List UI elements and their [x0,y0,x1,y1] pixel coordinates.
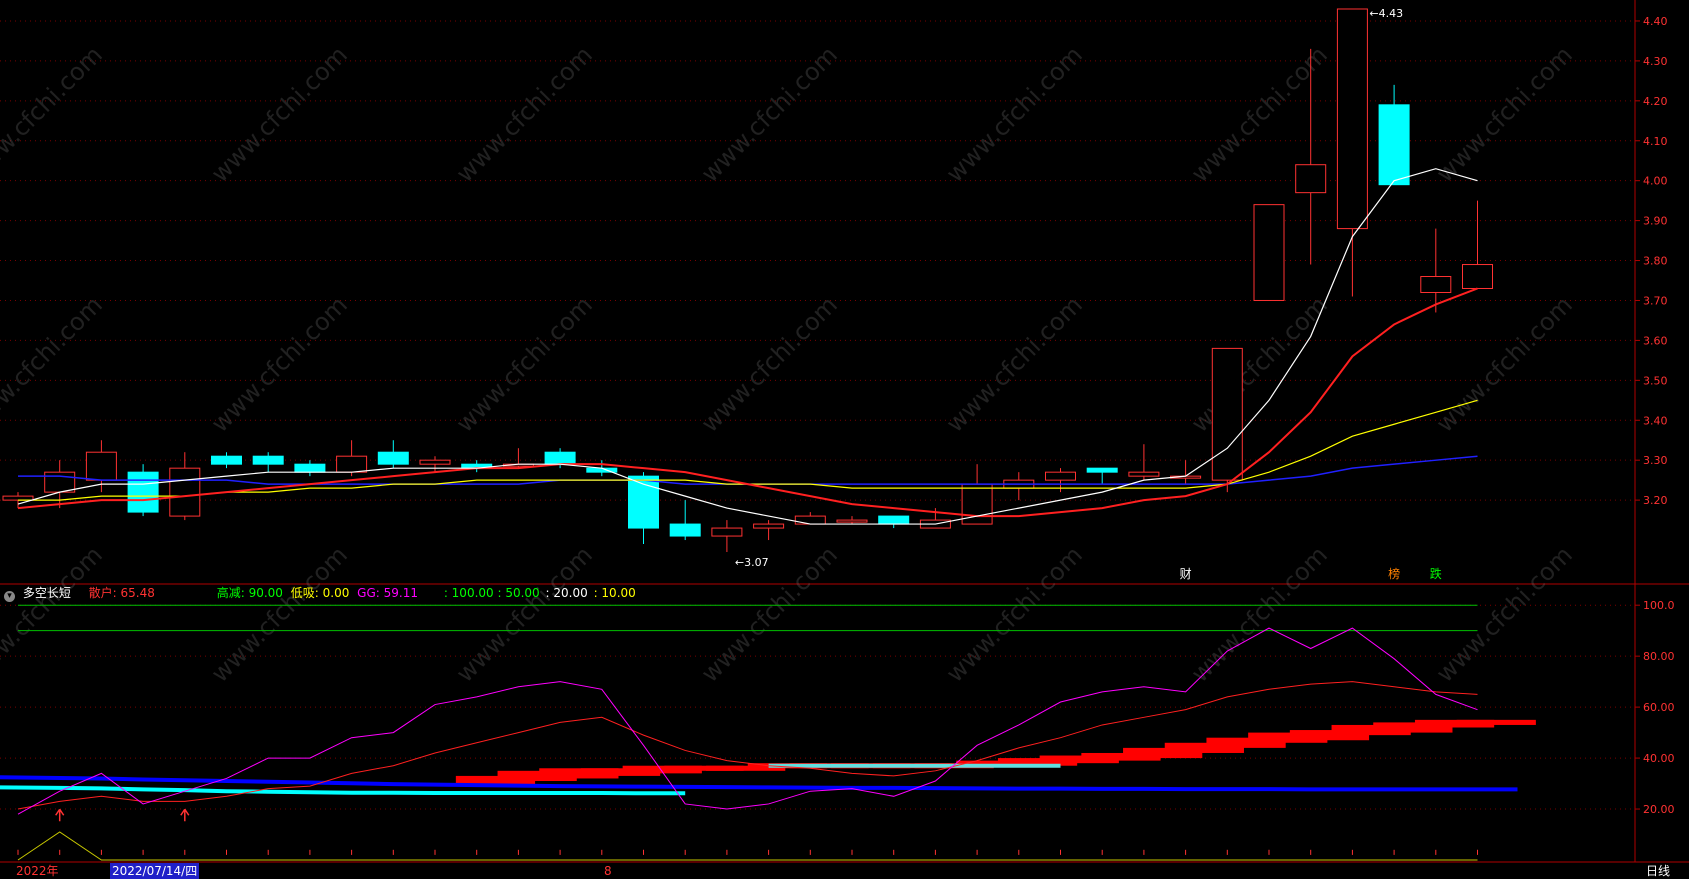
indicator-axis-label: 100.0 [1643,599,1675,612]
dixi-value: 低吸: 0.00 [290,586,350,600]
watermark-text: www.cfchi.com [451,41,598,188]
indicator-header: ▾ 多空长短 散户: 65.48 高减: 90.00 低吸: 0.00 GG: … [4,584,636,602]
candle-body [1420,276,1452,293]
sanhu-value: 散户: 65.48 [88,586,155,600]
indicator-axis-label: 20.00 [1643,803,1675,816]
indicator-axis-label: 60.00 [1643,701,1675,714]
price-axis-label: 4.40 [1643,15,1668,28]
footer-date[interactable]: 2022/07/14/四 [110,863,200,879]
indicator-title[interactable]: 多空长短 [23,586,71,600]
watermark-text: www.cfchi.com [941,541,1088,688]
watermark-text: www.cfchi.com [0,541,108,688]
price-axis-label: 3.30 [1643,454,1668,467]
indicator-red-bar [1456,719,1536,725]
candle-body [336,455,368,473]
watermark-text: www.cfchi.com [1186,541,1333,688]
gg-value: GG: 59.11 [357,586,418,600]
candle-body [669,523,701,537]
period-button[interactable]: 日线 [1646,863,1670,879]
candle-body [711,527,743,537]
signal-arrow-icon [180,808,190,822]
gaojian-value: 高减: 90.00 [216,586,283,600]
price-axis-label: 3.70 [1643,294,1668,307]
candle-body [1295,164,1327,194]
price-axis-label: 4.10 [1643,135,1668,148]
signal-arrow-icon [55,808,65,822]
footer-year: 2022年 [16,864,59,878]
candle-body [127,471,159,513]
high-price-label: ←4.43 [1369,7,1403,20]
candle-body [878,515,910,525]
watermark-text: www.cfchi.com [941,41,1088,188]
price-axis-label: 3.50 [1643,374,1668,387]
event-mark: 榜 [1388,566,1400,581]
price-axis-label: 3.20 [1643,494,1668,507]
watermark-text: www.cfchi.com [1431,41,1578,188]
footer-marker: 8 [604,864,612,878]
watermark-text: www.cfchi.com [206,541,353,688]
price-axis-label: 4.30 [1643,55,1668,68]
indicator-menu-icon[interactable]: ▾ [4,591,15,602]
indicator-axis-label: 40.00 [1643,752,1675,765]
candle-body [753,523,785,529]
watermark-text: www.cfchi.com [696,41,843,188]
indicator-axis-label: 80.00 [1643,650,1675,663]
candle-body [794,515,826,525]
watermark-text: www.cfchi.com [206,291,353,438]
watermark-text: www.cfchi.com [1431,541,1578,688]
event-mark: 财 [1180,567,1192,581]
indicator-yellow-line [17,831,1478,861]
watermark-text: www.cfchi.com [0,291,108,438]
candle-body [1211,347,1243,481]
price-axis-label: 4.20 [1643,95,1668,108]
chart-canvas[interactable]: 4.40 4.30 4.20 4.10 4.00 3.90 3.80 3.70 3.60 3.50… [0,0,1689,879]
indicator-cyan-line [0,785,686,796]
price-axis-label: 3.80 [1643,255,1668,268]
candle-body [1128,471,1160,477]
price-axis-label: 3.60 [1643,334,1668,347]
candle-body [252,455,284,465]
candle-body [1462,264,1493,289]
candle-body [544,451,576,465]
candle-body [1336,8,1368,230]
watermark-text: www.cfchi.com [0,41,108,188]
candle-body [1253,204,1285,301]
price-axis-label: 4.00 [1643,175,1668,188]
watermark-text: www.cfchi.com [206,41,353,188]
price-axis-label: 3.90 [1643,215,1668,228]
watermark-text: www.cfchi.com [696,541,843,688]
low-price-label: ←3.07 [735,556,769,569]
candle-body [85,451,117,481]
levels3-value: : 10.00 [593,586,636,600]
watermark-text: www.cfchi.com [451,291,598,438]
candle-body [169,467,201,517]
watermark-text: www.cfchi.com [1431,291,1578,438]
candle-body [1086,467,1118,473]
candle-body [419,459,451,465]
price-axis-label: 3.40 [1643,414,1668,427]
indicator-blue-line [0,775,1518,792]
candle-body [44,471,76,493]
watermark-text: www.cfchi.com [696,291,843,438]
watermark-text: www.cfchi.com [1186,291,1333,438]
watermark-text: www.cfchi.com [451,541,598,688]
candle-body [836,519,868,523]
levels-value: : 100.00 : 50.00 [443,586,540,600]
candle-body [1378,104,1410,186]
watermark-text: www.cfchi.com [941,291,1088,438]
event-mark: 跌 [1430,566,1442,581]
candle-body [294,463,326,473]
candle-body [211,455,242,465]
candle-body [377,451,409,465]
candle-body [1045,471,1076,481]
levels2-value: : 20.00 [545,586,588,600]
